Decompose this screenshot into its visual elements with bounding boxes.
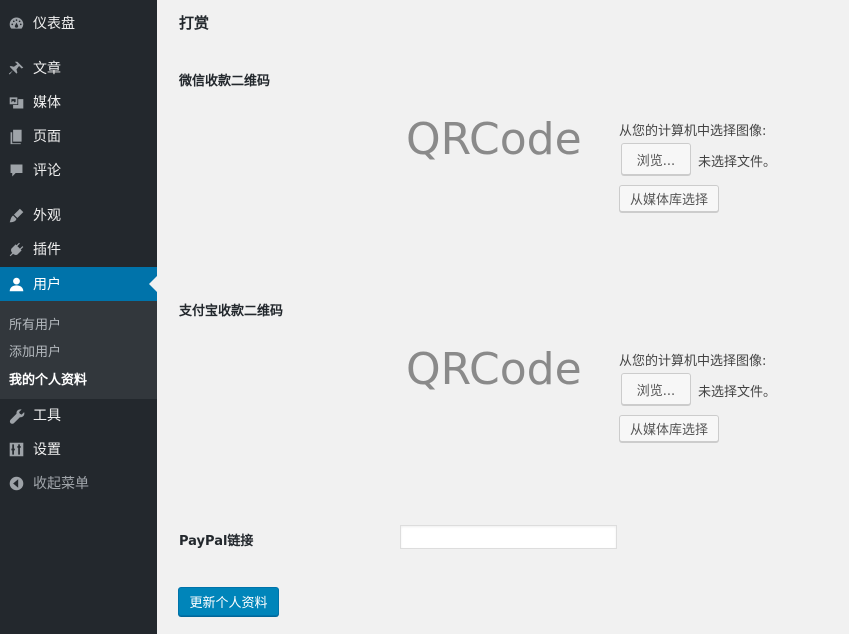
users-submenu: 所有用户 添加用户 我的个人资料 [0, 301, 157, 399]
sidebar-item-tools[interactable]: 工具 [0, 398, 157, 432]
plugin-icon [7, 240, 25, 258]
wechat-qrcode-placeholder: QRCode [406, 114, 582, 165]
sidebar-item-settings[interactable]: 设置 [0, 432, 157, 466]
collapse-icon [7, 474, 25, 492]
admin-sidebar: 仪表盘 文章 媒体 页面 评论 外观 插件 用户 所有用户 添加用户 我的个人资… [0, 0, 157, 634]
sidebar-item-label: 仪表盘 [33, 16, 75, 32]
sidebar-item-label: 工具 [33, 408, 61, 424]
submenu-item-all-users[interactable]: 所有用户 [9, 314, 61, 333]
collapse-menu-button[interactable]: 收起菜单 [0, 466, 157, 500]
sidebar-item-pages[interactable]: 页面 [0, 119, 157, 153]
page-icon [7, 127, 25, 145]
main-content: 打赏 微信收款二维码 QRCode 从您的计算机中选择图像: 浏览... 未选择… [157, 0, 849, 634]
alipay-qrcode-placeholder: QRCode [406, 344, 582, 395]
sidebar-item-dashboard[interactable]: 仪表盘 [0, 6, 157, 40]
wrench-icon [7, 406, 25, 424]
sidebar-item-label: 外观 [33, 208, 61, 224]
wechat-media-library-button[interactable]: 从媒体库选择 [619, 185, 719, 212]
submenu-item-my-profile[interactable]: 我的个人资料 [9, 369, 87, 388]
alipay-media-library-button[interactable]: 从媒体库选择 [619, 415, 719, 442]
sidebar-item-posts[interactable]: 文章 [0, 51, 157, 85]
alipay-browse-button[interactable]: 浏览... [621, 373, 691, 405]
wechat-browse-button[interactable]: 浏览... [621, 143, 691, 175]
submenu-item-add-user[interactable]: 添加用户 [9, 341, 61, 360]
sidebar-item-appearance[interactable]: 外观 [0, 198, 157, 232]
sidebar-item-label: 页面 [33, 129, 61, 145]
wechat-qrcode-label: 微信收款二维码 [179, 74, 271, 89]
pin-icon [7, 59, 25, 77]
wechat-no-file-text: 未选择文件。 [698, 155, 777, 170]
sidebar-item-plugins[interactable]: 插件 [0, 232, 157, 266]
settings-icon [7, 440, 25, 458]
sidebar-item-label: 文章 [33, 61, 61, 77]
sidebar-item-label: 评论 [33, 163, 61, 179]
comment-icon [7, 161, 25, 179]
paypal-link-label: PayPal链接 [179, 534, 254, 549]
sidebar-item-label: 收起菜单 [33, 476, 89, 492]
sidebar-item-label: 插件 [33, 242, 61, 258]
sidebar-item-comments[interactable]: 评论 [0, 153, 157, 187]
dashboard-icon [7, 14, 25, 32]
alipay-qrcode-label: 支付宝收款二维码 [179, 304, 284, 319]
page-title: 打赏 [179, 14, 210, 32]
sidebar-item-label: 媒体 [33, 95, 61, 111]
alipay-no-file-text: 未选择文件。 [698, 385, 777, 400]
brush-icon [7, 206, 25, 224]
paypal-link-input[interactable] [400, 525, 617, 549]
sidebar-item-media[interactable]: 媒体 [0, 85, 157, 119]
wechat-upload-label: 从您的计算机中选择图像: [619, 124, 767, 139]
sidebar-item-users[interactable]: 用户 [0, 267, 157, 301]
update-profile-button[interactable]: 更新个人资料 [178, 587, 279, 616]
sidebar-item-label: 设置 [33, 442, 61, 458]
alipay-upload-label: 从您的计算机中选择图像: [619, 354, 767, 369]
sidebar-item-label: 用户 [33, 277, 61, 293]
user-icon [7, 275, 25, 293]
media-icon [7, 93, 25, 111]
